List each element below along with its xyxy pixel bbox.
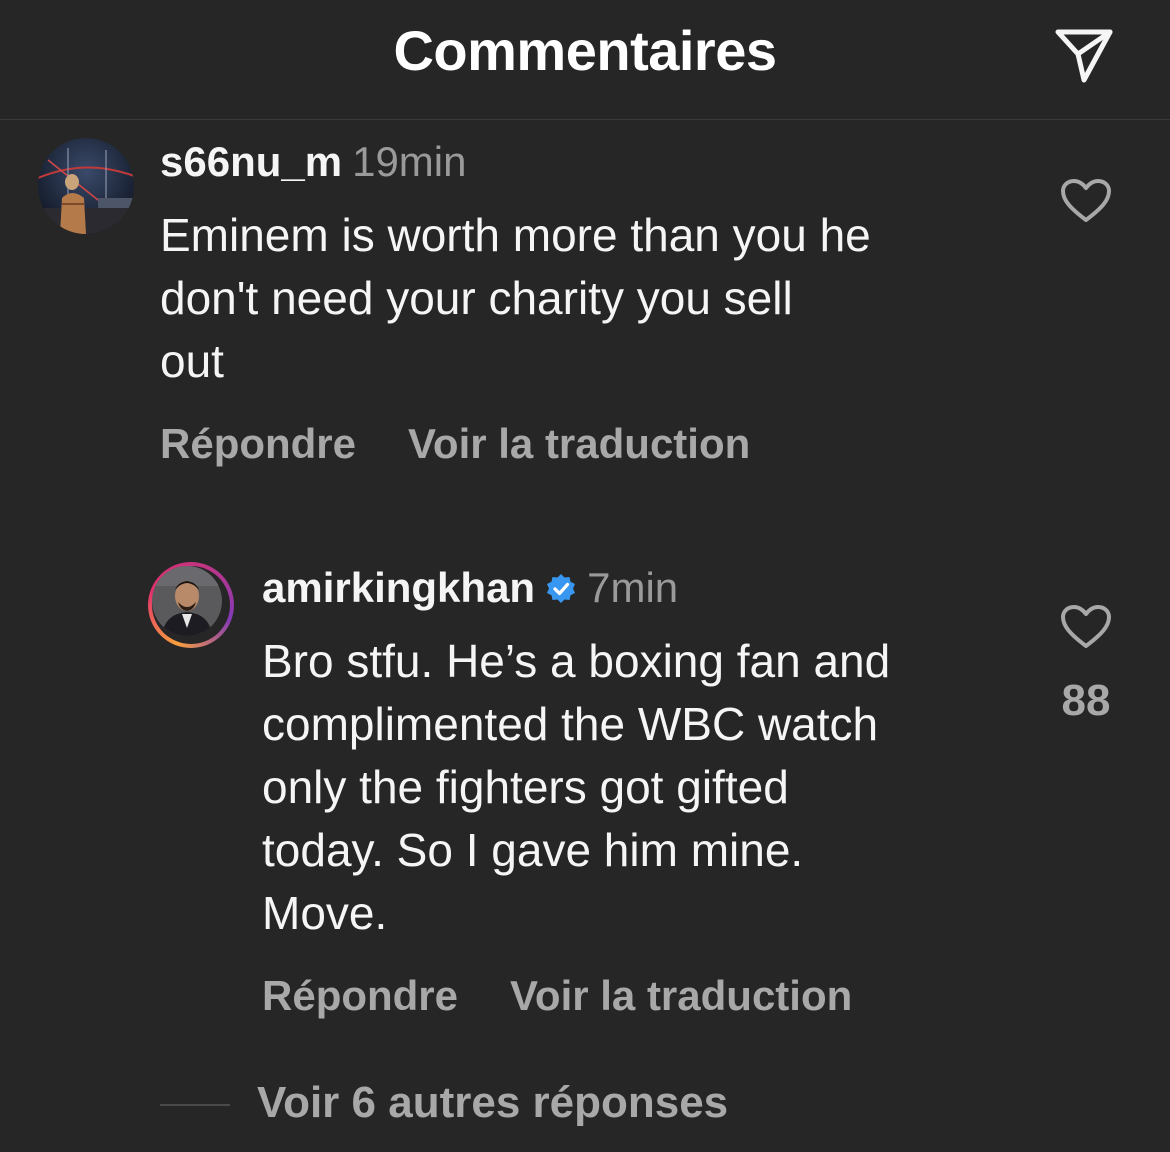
share-button[interactable]	[1052, 22, 1116, 86]
verified-badge-icon	[547, 574, 576, 603]
heart-outline-icon	[1061, 179, 1111, 222]
comments-header: Commentaires	[0, 0, 1170, 120]
avatar-photo	[152, 566, 222, 636]
comment-actions: Répondre Voir la traduction	[262, 972, 852, 1020]
see-translation-button[interactable]: Voir la traduction	[510, 972, 852, 1019]
divider	[160, 1104, 230, 1106]
comment-header: s66nu_m 19min	[160, 138, 467, 186]
view-more-replies-button[interactable]: Voir 6 autres réponses	[257, 1078, 728, 1128]
reply-button[interactable]: Répondre	[160, 420, 356, 467]
username[interactable]: s66nu_m	[160, 138, 342, 185]
username[interactable]: amirkingkhan	[262, 564, 535, 611]
paper-plane-icon	[1055, 29, 1113, 83]
comment-actions: Répondre Voir la traduction	[160, 420, 750, 468]
see-translation-button[interactable]: Voir la traduction	[408, 420, 750, 467]
timestamp: 7min	[587, 564, 679, 611]
avatar-photo	[38, 138, 134, 234]
heart-outline-icon	[1061, 605, 1111, 648]
avatar[interactable]	[38, 138, 134, 234]
page-title: Commentaires	[393, 19, 777, 82]
avatar[interactable]	[148, 562, 234, 648]
comment-text: Eminem is worth more than you he don't n…	[160, 209, 871, 387]
comment-text: Bro stfu. He’s a boxing fan and complime…	[262, 635, 891, 939]
like-count[interactable]: 88	[1040, 676, 1132, 726]
like-button[interactable]	[1060, 604, 1112, 650]
timestamp: 19min	[352, 138, 467, 185]
comment-header: amirkingkhan 7min	[262, 564, 678, 612]
like-button[interactable]	[1060, 178, 1112, 224]
reply-button[interactable]: Répondre	[262, 972, 458, 1019]
